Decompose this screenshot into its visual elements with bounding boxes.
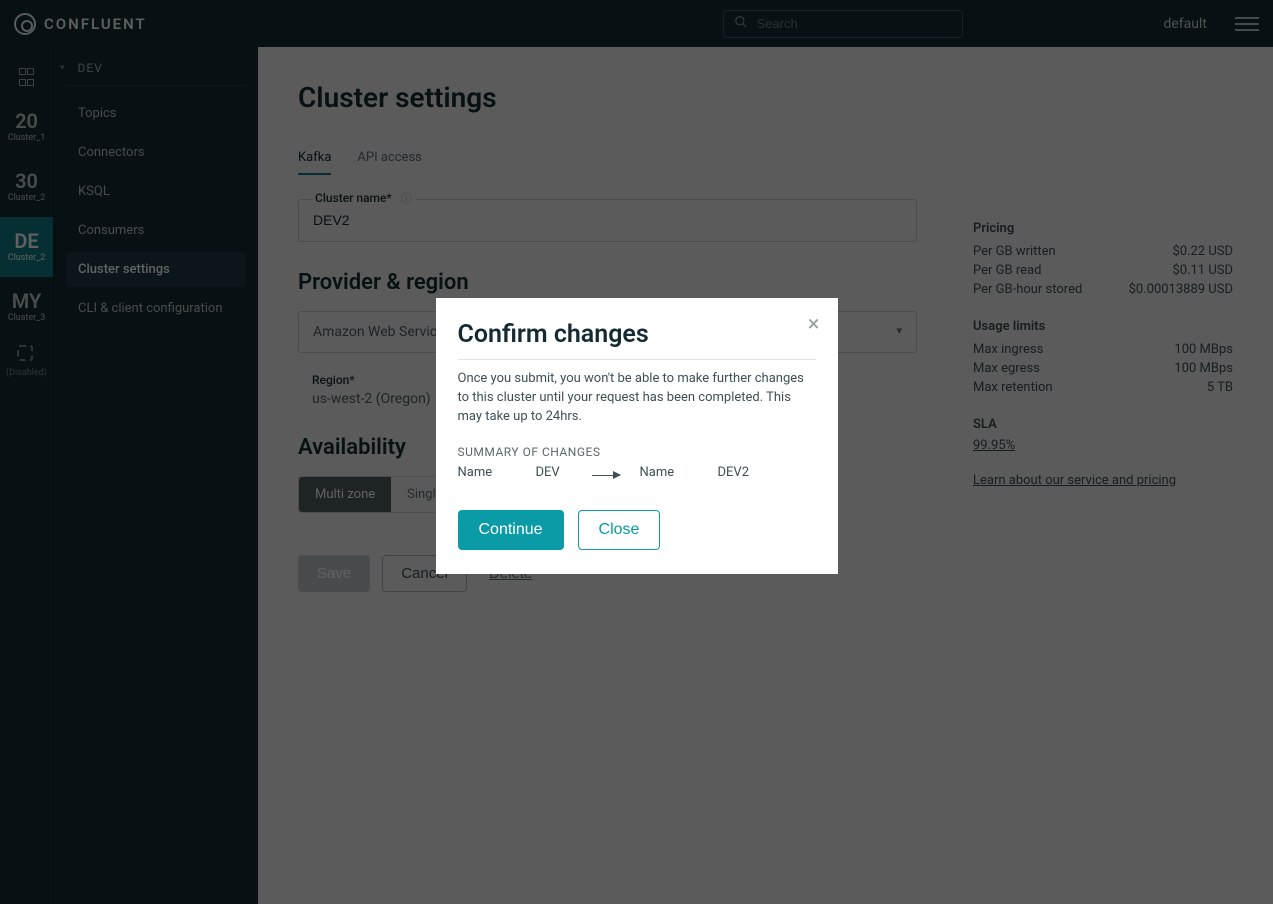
modal-overlay[interactable]: × Confirm changes Once you submit, you w… (0, 0, 1273, 904)
summary-to-key: Name (640, 465, 718, 480)
modal-title: Confirm changes (458, 320, 816, 360)
summary-from-val: DEV (536, 465, 592, 480)
modal-body-text: Once you submit, you won't be able to ma… (458, 370, 816, 427)
modal-actions: Continue Close (458, 510, 816, 550)
confirm-changes-modal: × Confirm changes Once you submit, you w… (436, 298, 838, 574)
arrow-right-icon (592, 465, 640, 480)
summary-to-val: DEV2 (718, 465, 816, 480)
summary-from-key: Name (458, 465, 536, 480)
close-button[interactable]: Close (578, 510, 661, 550)
continue-button[interactable]: Continue (458, 510, 564, 550)
button-label: Continue (479, 521, 543, 538)
button-label: Close (599, 521, 640, 538)
summary-row: Name DEV Name DEV2 (458, 465, 816, 480)
close-icon[interactable]: × (808, 314, 820, 336)
summary-of-changes-label: SUMMARY OF CHANGES (458, 445, 816, 459)
